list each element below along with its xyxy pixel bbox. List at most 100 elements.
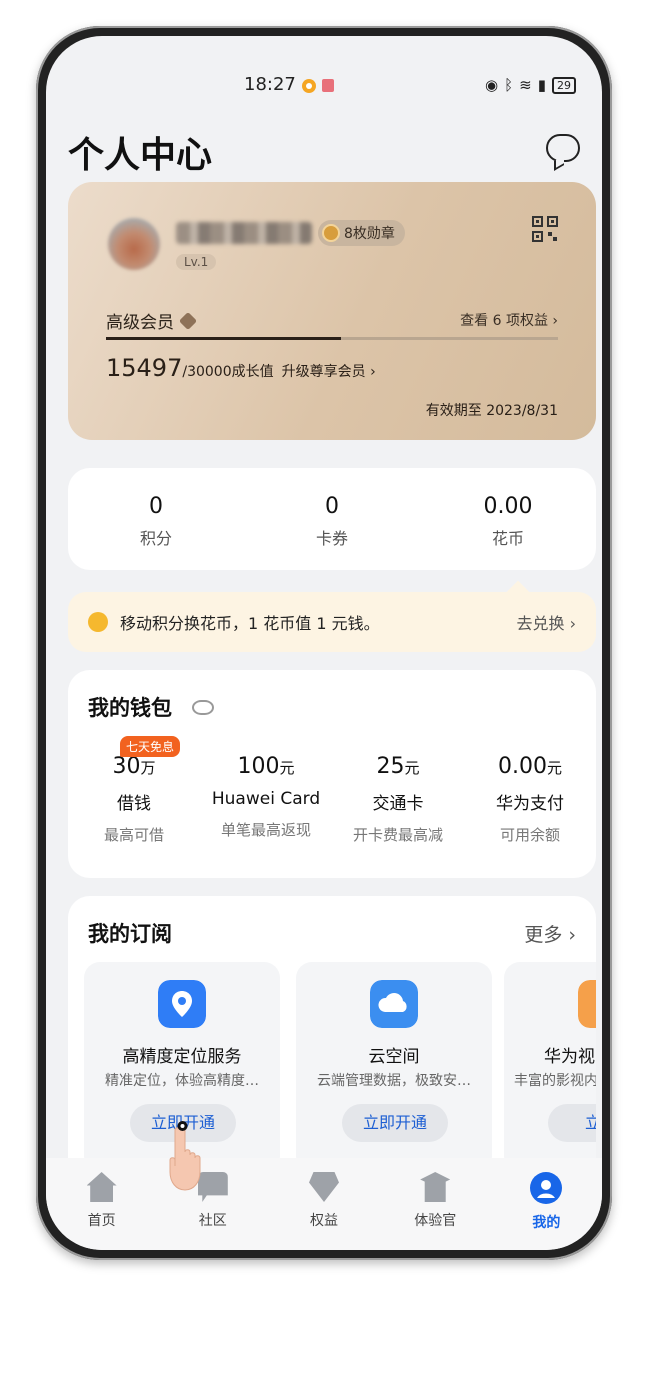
level-badge: Lv.1 — [176, 254, 217, 270]
nav-label: 社区 — [198, 1213, 227, 1229]
eye-status-icon: ◉ — [485, 76, 499, 94]
wallet-unit: 元 — [279, 759, 295, 777]
medal-count: 8枚勋章 — [344, 226, 395, 242]
subscription-name: 华为视 — [544, 1047, 595, 1067]
username-blurred — [176, 222, 312, 244]
bluetooth-icon: ᛒ — [504, 76, 514, 94]
wallet-value: 25 — [376, 754, 405, 779]
nav-label: 首页 — [87, 1213, 116, 1229]
touch-hand-icon — [169, 1121, 201, 1191]
activate-button[interactable]: 立即 — [548, 1104, 596, 1142]
upgrade-link[interactable]: 升级尊享会员 › — [282, 361, 376, 381]
message-icon[interactable] — [546, 134, 580, 162]
notification-dot-icon — [302, 79, 316, 93]
sim-icon: ▮ — [537, 76, 546, 94]
wallet-name: Huawei Card — [211, 789, 321, 809]
status-icons: ◉ ᛒ ≋ ▮ 29 — [485, 76, 576, 94]
medal-icon — [322, 224, 340, 242]
stat-coupons[interactable]: 0 卡券 — [244, 468, 420, 570]
wallet-item-transit-card[interactable]: 25元 交通卡 开卡费最高减 — [332, 736, 464, 845]
qr-code-icon[interactable] — [532, 216, 558, 242]
avatar[interactable] — [108, 218, 160, 270]
exchange-text: 移动积分换花币，1 花币值 1 元钱。 — [120, 614, 380, 633]
more-link[interactable]: 更多 › — [524, 920, 576, 947]
growth-value: 15497 — [106, 354, 183, 382]
member-card[interactable]: 8枚勋章 Lv.1 高级会员 查看 6 项权益 › 15497 /30000成长… — [68, 182, 596, 440]
exchange-link[interactable]: 去兑换 › — [517, 610, 577, 634]
wifi-icon: ≋ — [519, 76, 532, 94]
subscription-card-cloud[interactable]: 云空间 云端管理数据，极致安… 立即开通 — [296, 962, 492, 1172]
wallet-unit: 元 — [546, 759, 562, 777]
subscriptions-title: 我的订阅 — [88, 922, 172, 946]
stat-label: 花币 — [491, 529, 524, 548]
cloud-icon — [370, 980, 418, 1028]
nav-label: 权益 — [310, 1213, 338, 1229]
stat-huabi[interactable]: 0.00 花币 — [420, 468, 596, 570]
eye-icon[interactable] — [192, 700, 214, 715]
wallet-value: 100 — [237, 754, 280, 779]
wallet-value: 30 — [112, 754, 141, 779]
growth-progress-fill — [106, 337, 342, 340]
home-icon — [86, 1172, 117, 1202]
expiry-date: 有效期至 2023/8/31 — [425, 403, 558, 419]
tier-diamond-icon — [178, 311, 198, 330]
wallet-sub: 单笔最高返现 — [220, 821, 311, 839]
nav-mine[interactable]: 我的 — [491, 1158, 602, 1250]
location-pin-icon — [158, 980, 206, 1028]
wallet-sub: 可用余额 — [499, 826, 560, 844]
stat-label: 卡券 — [315, 529, 348, 548]
subscription-desc: 云端管理数据，极致安… — [317, 1073, 471, 1089]
stats-panel: 0 积分 0 卡券 0.00 花币 — [68, 468, 596, 570]
wallet-title: 我的钱包 — [88, 696, 172, 720]
battery-icon: 29 — [552, 76, 576, 94]
stat-value: 0.00 — [483, 494, 533, 519]
nav-experience[interactable]: 体验官 — [380, 1158, 491, 1250]
growth-progress-bar — [106, 337, 558, 340]
wallet-value: 0.00 — [498, 754, 547, 779]
gift-icon — [309, 1172, 339, 1202]
subscriptions-section: 我的订阅 更多 › 高精度定位服务 精准定位，体验高精度… 立即开通 云空间 云 — [68, 896, 596, 1196]
subscription-desc: 精准定位，体验高精度… — [105, 1073, 259, 1089]
tier-label: 高级会员 — [106, 313, 174, 333]
member-tier: 高级会员 — [106, 308, 198, 333]
growth-total: /30000成长值 — [182, 364, 274, 380]
promo-badge: 七天免息 — [119, 736, 181, 757]
stat-value: 0 — [325, 494, 339, 519]
activate-button[interactable]: 立即开通 — [342, 1104, 448, 1142]
wallet-sub: 最高可借 — [103, 826, 164, 844]
wallet-unit: 万 — [140, 759, 156, 777]
medal-badge[interactable]: 8枚勋章 — [318, 220, 405, 246]
nav-label: 我的 — [532, 1215, 561, 1231]
stat-label: 积分 — [139, 529, 172, 548]
exchange-banner[interactable]: 移动积分换花币，1 花币值 1 元钱。 去兑换 › — [68, 592, 596, 652]
user-icon — [530, 1172, 563, 1204]
nav-home[interactable]: 首页 — [46, 1158, 157, 1250]
subscription-card-video[interactable]: 华为视 丰富的影视内 立即 — [504, 962, 596, 1172]
wallet-item-huawei-pay[interactable]: 0.00元 华为支付 可用余额 — [464, 736, 596, 845]
points-icon — [88, 612, 108, 632]
stat-points[interactable]: 0 积分 — [68, 468, 244, 570]
page-title: 个人中心 — [68, 135, 213, 176]
growth-info[interactable]: 15497 /30000成长值 升级尊享会员 › — [106, 354, 376, 382]
gift-notification-icon — [322, 79, 334, 92]
nav-label: 体验官 — [414, 1213, 457, 1229]
nav-benefits[interactable]: 权益 — [268, 1158, 379, 1250]
subscription-name: 云空间 — [368, 1047, 420, 1067]
wallet-name: 华为支付 — [496, 794, 564, 814]
wallet-unit: 元 — [404, 759, 420, 777]
wallet-items: 七天免息 30万 借钱 最高可借 100元 Huawei Card 单笔最高返现… — [68, 736, 596, 845]
video-icon — [578, 980, 596, 1028]
wallet-item-loan[interactable]: 七天免息 30万 借钱 最高可借 — [68, 736, 200, 845]
wallet-item-huawei-card[interactable]: 100元 Huawei Card 单笔最高返现 — [200, 736, 332, 845]
graduation-cap-icon — [420, 1172, 451, 1202]
screen: 18:27 ◉ ᛒ ≋ ▮ 29 个人中心 8枚勋章 Lv.1 高级会员 查看 … — [46, 36, 602, 1250]
benefits-link[interactable]: 查看 6 项权益 › — [460, 310, 558, 330]
phone-frame: 18:27 ◉ ᛒ ≋ ▮ 29 个人中心 8枚勋章 Lv.1 高级会员 查看 … — [36, 26, 612, 1260]
wallet-sub: 开卡费最高减 — [352, 826, 443, 844]
bottom-nav: 首页 社区 权益 体验官 我的 — [46, 1158, 602, 1250]
status-time: 18:27 — [244, 74, 296, 95]
wallet-section: 我的钱包 七天免息 30万 借钱 最高可借 100元 Huawei Card 单… — [68, 670, 596, 878]
wallet-name: 借钱 — [117, 794, 151, 814]
subscription-desc: 丰富的影视内 — [514, 1073, 596, 1089]
stat-value: 0 — [149, 494, 163, 519]
